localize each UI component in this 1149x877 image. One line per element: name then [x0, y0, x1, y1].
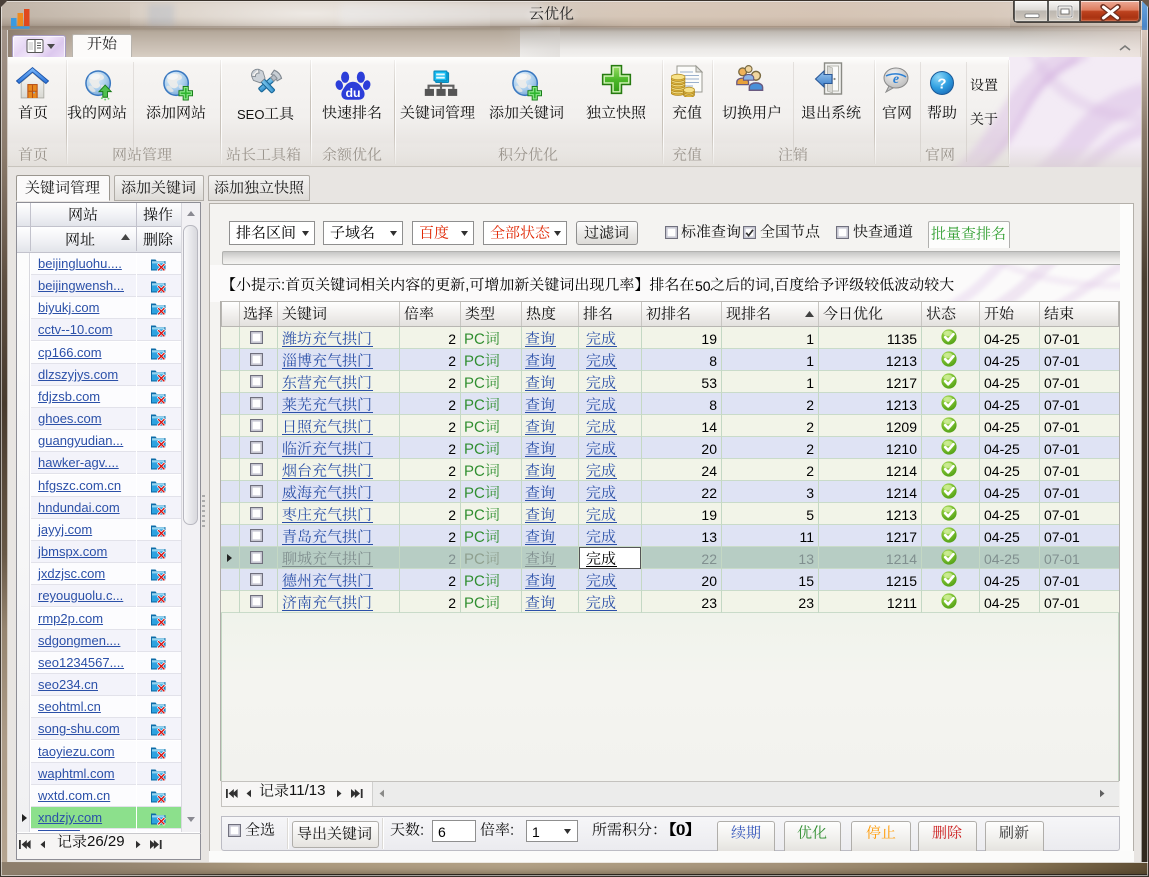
svg-text:?: ? — [937, 76, 946, 93]
svg-text:du: du — [345, 86, 360, 100]
